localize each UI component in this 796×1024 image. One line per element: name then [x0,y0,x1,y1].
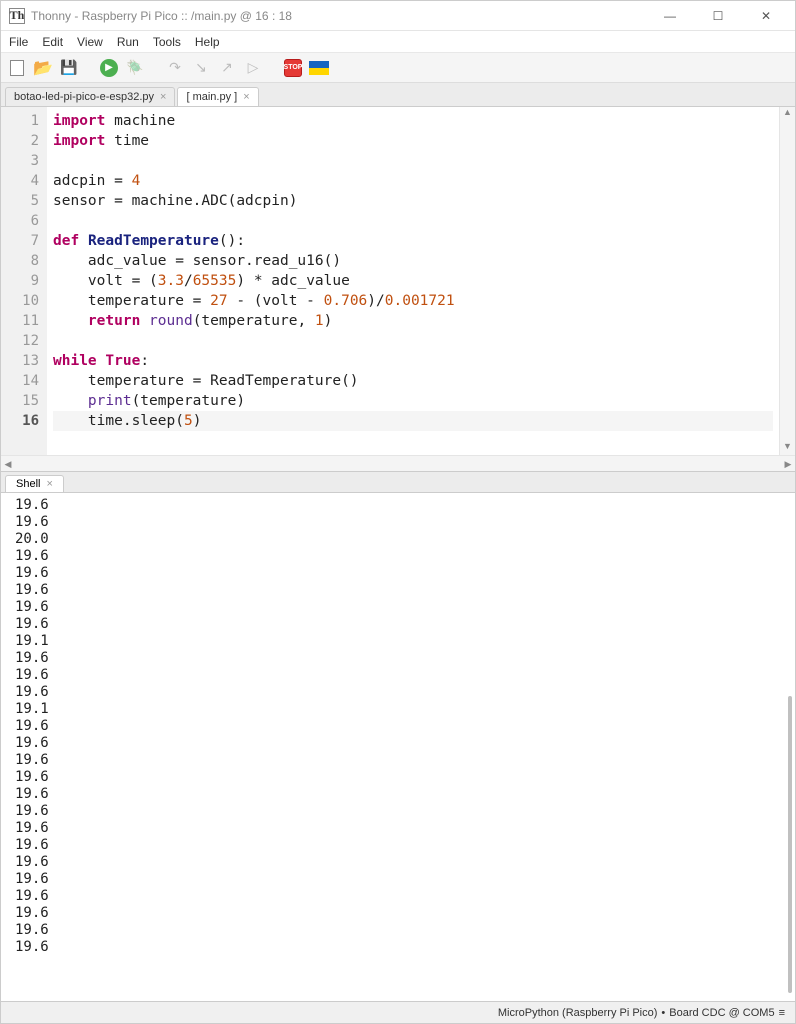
shell-text: 19.6 19.6 20.0 19.6 19.6 19.6 19.6 19.6 … [15,497,49,955]
tab-label: Shell [16,478,40,490]
tab-label: botao-led-pi-pico-e-esp32.py [14,91,154,103]
save-icon: 💾 [60,59,77,76]
scroll-right-icon[interactable]: ▶ [781,456,795,471]
line-number-gutter: 123 456 789 101112 131415 16 [1,107,47,455]
editor-tab-bar: botao-led-pi-pico-e-esp32.py × [ main.py… [1,83,795,107]
folder-open-icon: 📂 [33,58,53,78]
window-title: Thonny - Raspberry Pi Pico :: /main.py @… [31,9,655,23]
title-bar: Th Thonny - Raspberry Pi Pico :: /main.p… [1,1,795,31]
vertical-scrollbar[interactable]: ▲ ▼ [779,107,795,455]
play-icon: ▶ [100,59,118,77]
close-icon[interactable]: × [46,478,52,490]
close-icon[interactable]: × [243,91,249,103]
debug-button[interactable]: 🪲 [125,58,145,78]
app-icon: Th [9,8,25,24]
status-menu-icon[interactable]: ≡ [779,1007,785,1019]
window-controls: — ☐ ✕ [655,9,781,23]
scroll-up-icon[interactable]: ▲ [780,107,795,121]
menu-bar: File Edit View Run Tools Help [1,31,795,53]
horizontal-scrollbar[interactable]: ◀ ▶ [1,455,795,471]
stop-button[interactable]: STOP [283,58,303,78]
stop-icon: STOP [284,59,302,77]
menu-help[interactable]: Help [195,35,220,49]
scroll-down-icon[interactable]: ▼ [780,441,795,455]
maximize-button[interactable]: ☐ [703,9,733,23]
new-file-icon [10,60,24,76]
menu-view[interactable]: View [77,35,103,49]
shell-tab-bar: Shell × [1,471,795,493]
interpreter-label[interactable]: MicroPython (Raspberry Pi Pico) [498,1007,658,1019]
bug-icon: 🪲 [126,59,143,76]
menu-tools[interactable]: Tools [153,35,181,49]
code-content[interactable]: import machine import time adcpin = 4 se… [47,107,779,455]
shell-scrollbar-thumb[interactable] [788,696,792,993]
step-into-button[interactable]: ↘ [191,58,211,78]
code-editor[interactable]: 123 456 789 101112 131415 16 import mach… [1,107,795,455]
menu-edit[interactable]: Edit [42,35,63,49]
close-icon[interactable]: × [160,91,166,103]
scroll-left-icon[interactable]: ◀ [1,456,15,471]
support-ukraine-button[interactable] [309,58,329,78]
tab-label: [ main.py ] [186,91,237,103]
menu-run[interactable]: Run [117,35,139,49]
run-button[interactable]: ▶ [99,58,119,78]
status-bar: MicroPython (Raspberry Pi Pico) • Board … [1,1001,795,1023]
ukraine-flag-icon [309,61,329,75]
open-file-button[interactable]: 📂 [33,58,53,78]
tab-botao-file[interactable]: botao-led-pi-pico-e-esp32.py × [5,87,175,106]
close-button[interactable]: ✕ [751,9,781,23]
new-file-button[interactable] [7,58,27,78]
separator: • [661,1007,665,1019]
menu-file[interactable]: File [9,35,28,49]
step-over-button[interactable]: ↷ [165,58,185,78]
resume-button[interactable]: ▷ [243,58,263,78]
tab-shell[interactable]: Shell × [5,475,64,492]
shell-output[interactable]: 19.6 19.6 20.0 19.6 19.6 19.6 19.6 19.6 … [1,493,795,1001]
save-file-button[interactable]: 💾 [59,58,79,78]
step-out-button[interactable]: ↗ [217,58,237,78]
port-label[interactable]: Board CDC @ COM5 [669,1007,774,1019]
minimize-button[interactable]: — [655,9,685,23]
tab-main-file[interactable]: [ main.py ] × [177,87,258,106]
toolbar: 📂 💾 ▶ 🪲 ↷ ↘ ↗ ▷ STOP [1,53,795,83]
